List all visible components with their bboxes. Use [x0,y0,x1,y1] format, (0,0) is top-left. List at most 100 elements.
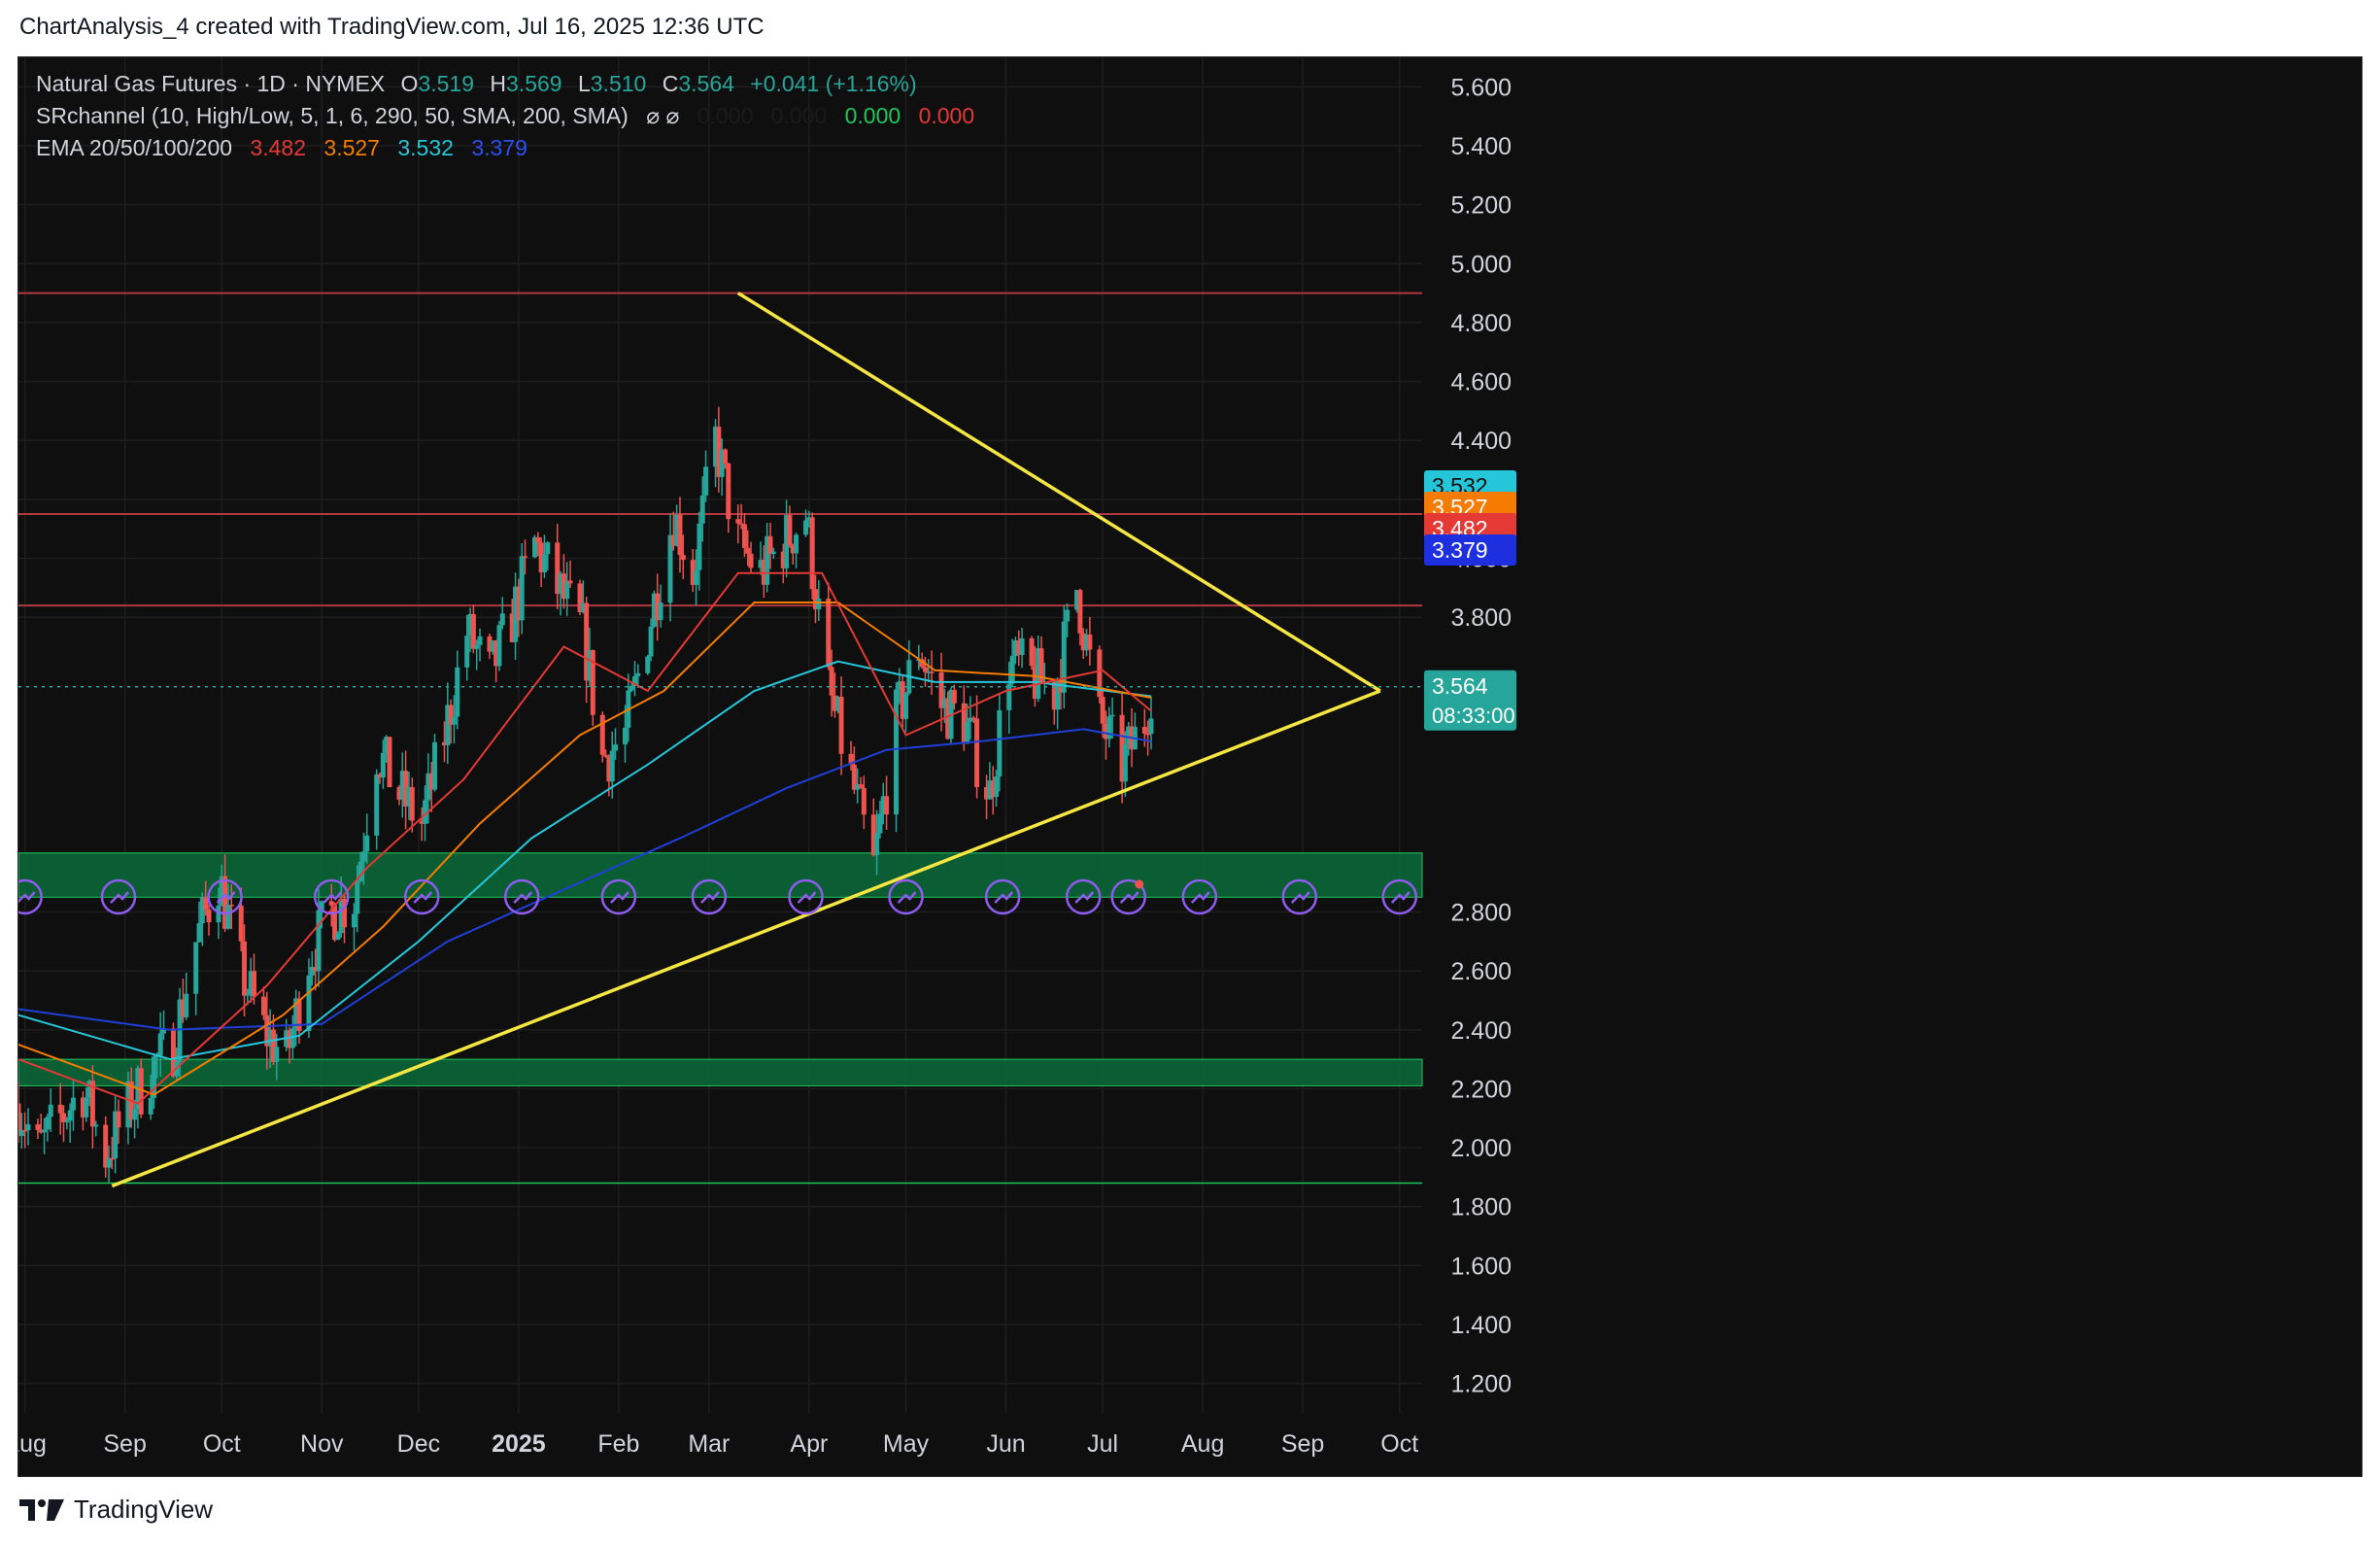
legend-c-label: C [663,71,679,96]
candle-body [567,580,573,584]
x-tick-label: Jun [986,1430,1025,1458]
candle-body [590,650,595,715]
triangle-lower-line [111,689,1381,1188]
candle-body [1087,635,1093,650]
candle-body [67,1110,73,1121]
candle-body [787,515,793,545]
candle-body [894,689,900,815]
candle-body [380,752,386,778]
legend-h-label: H [490,71,506,96]
candle-body [464,636,470,668]
candle-body [884,796,890,815]
candle-body [858,784,864,788]
footer-bar [0,1477,2380,1547]
candle-body [132,1109,138,1120]
candle-body [203,897,209,910]
candle-body [196,923,202,943]
candle-body [997,709,1003,777]
candle-body [351,913,357,928]
candle-body [84,1097,89,1117]
candle-body [1065,609,1071,622]
horizontal-levels [18,292,1422,1185]
tradingview-brand[interactable]: TradingView [19,1495,213,1525]
candle-body [1106,716,1112,739]
candle-body [826,599,832,668]
candle-body [364,835,370,852]
y-tick-label: 4.600 [1450,369,1512,396]
candle-body [1148,718,1154,735]
candle-body [451,716,457,725]
legend-c-value: 3.564 [678,71,734,96]
y-tick-label: 1.600 [1450,1253,1512,1280]
candle-body [206,909,212,923]
candle-body [1029,637,1035,667]
candle-body [35,1123,41,1130]
candle-body [1141,727,1147,734]
y-tick-label: 2.800 [1450,899,1512,926]
candle-body [225,905,231,929]
y-tick-label: 1.800 [1450,1194,1512,1221]
candle-body [703,466,709,496]
candle-body [45,1117,51,1130]
candle-body [838,696,844,754]
ema200-tag-value: 3.379 [1432,537,1488,563]
legend-o-value: 3.519 [418,71,474,96]
candle-body [109,1157,115,1160]
candle-body [735,519,741,524]
support-zones [17,852,1423,1086]
legend-srchannel-symbols: ⌀ ⌀ [646,103,679,128]
legend-l-value: 3.510 [591,71,647,96]
candle-body [1100,697,1105,724]
candle-body [1019,637,1025,656]
candle-body [677,514,683,556]
price-chart[interactable]: 5.6005.4005.2005.0004.8004.6004.4004.200… [3,57,2363,1478]
x-tick-label: May [883,1430,930,1458]
candle-body [803,520,809,535]
candle-body [635,672,641,676]
x-tick-label: Jul [1087,1430,1118,1458]
candle-body [1006,683,1012,710]
candle-body [455,667,460,717]
candle-body [42,1129,48,1133]
time-axis: Aug Sep Oct Nov Dec 2025 Feb Mar Apr May Jun Jul Aug… [3,1430,1418,1458]
y-tick-label: 2.600 [1450,958,1512,985]
x-tick-label: Aug [18,1430,47,1458]
y-tick-label: 1.200 [1450,1371,1512,1398]
candle-body [829,667,834,696]
y-tick-label: 4.400 [1450,428,1512,455]
candle-body [1109,714,1115,717]
last-price-tag-value: 3.564 [1432,673,1488,699]
x-tick-label: Oct [1380,1430,1418,1458]
chart-panel[interactable]: 5.6005.4005.2005.0004.8004.6004.4004.200… [3,56,2363,1478]
legend-srchannel-v3: 0.000 [845,103,901,128]
svg-text:SRchannel (10, High/Low, 5, 1,: SRchannel (10, High/Low, 5, 1, 6, 290, 5… [36,103,974,128]
svg-text:Natural Gas Futures · 1D · NYM: Natural Gas Futures · 1D · NYMEX O3.519 … [36,71,917,96]
legend-ema200-value: 3.379 [471,135,527,160]
candle-body [994,776,1000,798]
candle-body [64,1120,70,1122]
price-tags: 3.56408:33:003.5323.5273.4823.379 [1424,470,1516,731]
candle-body [770,551,776,555]
candle-body [648,626,654,657]
legend-h-value: 3.569 [506,71,562,96]
candle-body [499,613,505,626]
candle-body [809,517,815,590]
x-tick-label: Aug [1181,1430,1224,1458]
y-tick-label: 5.000 [1450,251,1512,278]
candle-body [903,693,909,719]
candle-body [623,727,629,745]
y-tick-label: 2.200 [1450,1076,1512,1103]
candle-body [1009,655,1015,684]
candle-body [965,721,970,744]
candle-body [767,535,773,555]
triangle-pattern [111,292,1381,1188]
x-tick-label: 2025 [492,1430,546,1458]
candle-body [741,524,747,548]
candle-body [1077,590,1083,634]
y-tick-label: 5.400 [1450,133,1512,160]
candle-body [726,463,731,520]
candle-body [929,671,935,673]
last-price-tag-countdown: 08:33:00 [1432,704,1515,728]
candle-body [148,1097,153,1115]
candle-body [274,1047,280,1062]
